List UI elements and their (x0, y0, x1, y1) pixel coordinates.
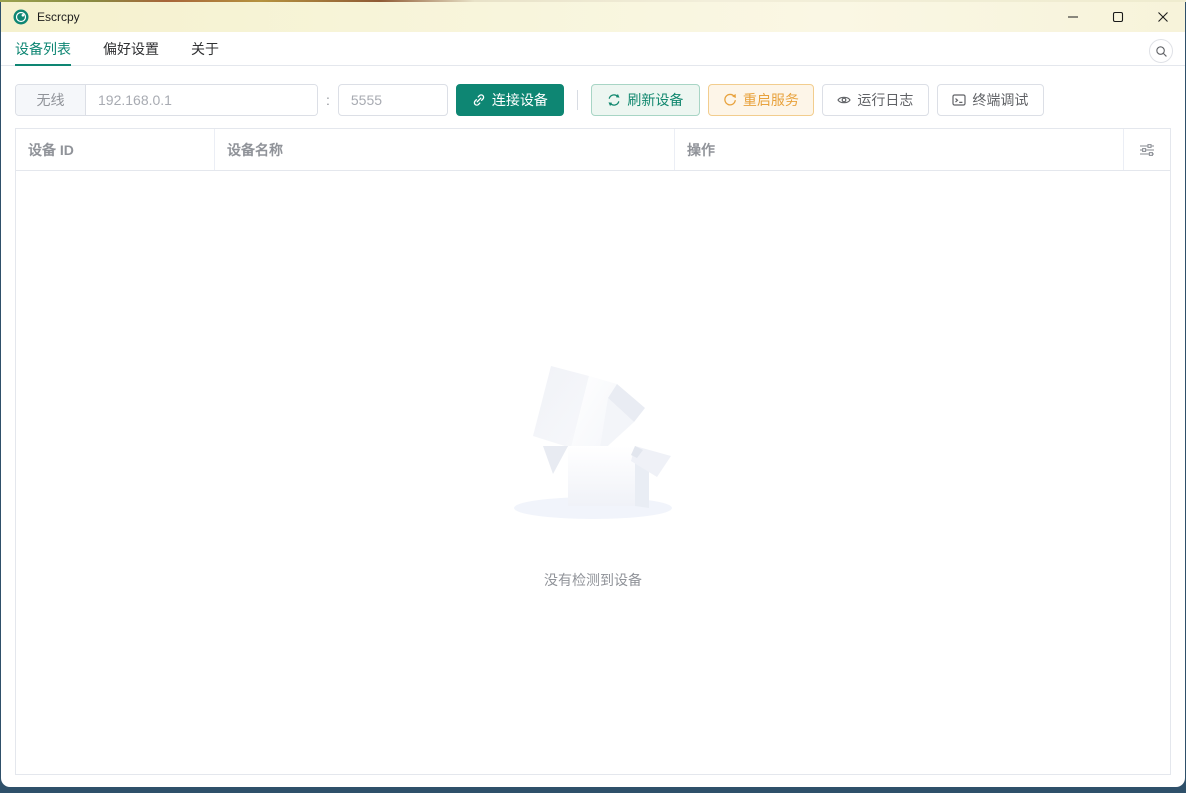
refresh-icon (607, 93, 621, 107)
tab-bar: 设备列表 偏好设置 关于 (1, 32, 1185, 66)
refresh-right-icon (723, 93, 737, 107)
port-separator: : (326, 92, 330, 108)
tab-label: 关于 (191, 40, 219, 57)
refresh-devices-label: 刷新设备 (627, 92, 684, 108)
app-logo-icon (13, 9, 29, 25)
tab-label: 设备列表 (15, 40, 71, 57)
search-icon (1155, 45, 1168, 58)
refresh-devices-button[interactable]: 刷新设备 (590, 84, 700, 116)
address-input-group: 无线 (15, 84, 318, 116)
link-icon (472, 93, 486, 107)
column-header-operation: 操作 (675, 129, 1124, 170)
connect-device-label: 连接设备 (491, 92, 548, 108)
window-title: Escrcpy (37, 10, 80, 24)
search-button[interactable] (1149, 39, 1173, 63)
device-table: 设备 ID 设备名称 操作 没有检测到设备 (15, 128, 1171, 775)
empty-box-icon (513, 356, 673, 526)
tab-label: 偏好设置 (103, 40, 159, 57)
maximize-icon (1112, 11, 1124, 23)
table-empty-area: 没有检测到设备 (16, 171, 1170, 774)
empty-state-text: 没有检测到设备 (544, 571, 642, 588)
tab-preferences[interactable]: 偏好设置 (103, 32, 159, 65)
minimize-icon (1067, 11, 1079, 23)
minimize-button[interactable] (1050, 2, 1095, 32)
column-settings-icon[interactable] (1139, 143, 1155, 157)
app-window: Escrcpy 设备列表 偏好设置 关于 无线 192.168.0.1: 55… (1, 2, 1185, 787)
port-input[interactable] (337, 84, 448, 116)
tab-about[interactable]: 关于 (191, 32, 219, 65)
restart-service-button[interactable]: 重启服务 (707, 84, 814, 116)
connect-device-button[interactable]: 连接设备 (455, 84, 564, 116)
toolbar-divider (576, 90, 578, 110)
terminal-debug-label: 终端调试 (972, 92, 1029, 108)
tab-device-list[interactable]: 设备列表 (15, 32, 71, 66)
close-icon (1157, 11, 1169, 23)
column-settings-cell (1124, 129, 1170, 170)
terminal-debug-button[interactable]: 终端调试 (936, 84, 1044, 116)
run-logs-label: 运行日志 (857, 92, 914, 108)
run-logs-button[interactable]: 运行日志 (821, 84, 929, 116)
table-header: 设备 ID 设备名称 操作 (16, 129, 1170, 171)
close-button[interactable] (1140, 2, 1185, 32)
ip-address-input[interactable] (86, 85, 317, 115)
maximize-button[interactable] (1095, 2, 1140, 32)
column-header-device-name: 设备名称 (215, 129, 675, 170)
terminal-icon (952, 93, 966, 107)
restart-service-label: 重启服务 (742, 92, 799, 108)
eye-icon (837, 93, 852, 107)
toolbar: 无线 : 连接设备 (1, 84, 1185, 116)
titlebar: Escrcpy (1, 2, 1185, 32)
wireless-mode-label[interactable]: 无线 (16, 85, 86, 115)
column-header-device-id: 设备 ID (16, 129, 215, 170)
